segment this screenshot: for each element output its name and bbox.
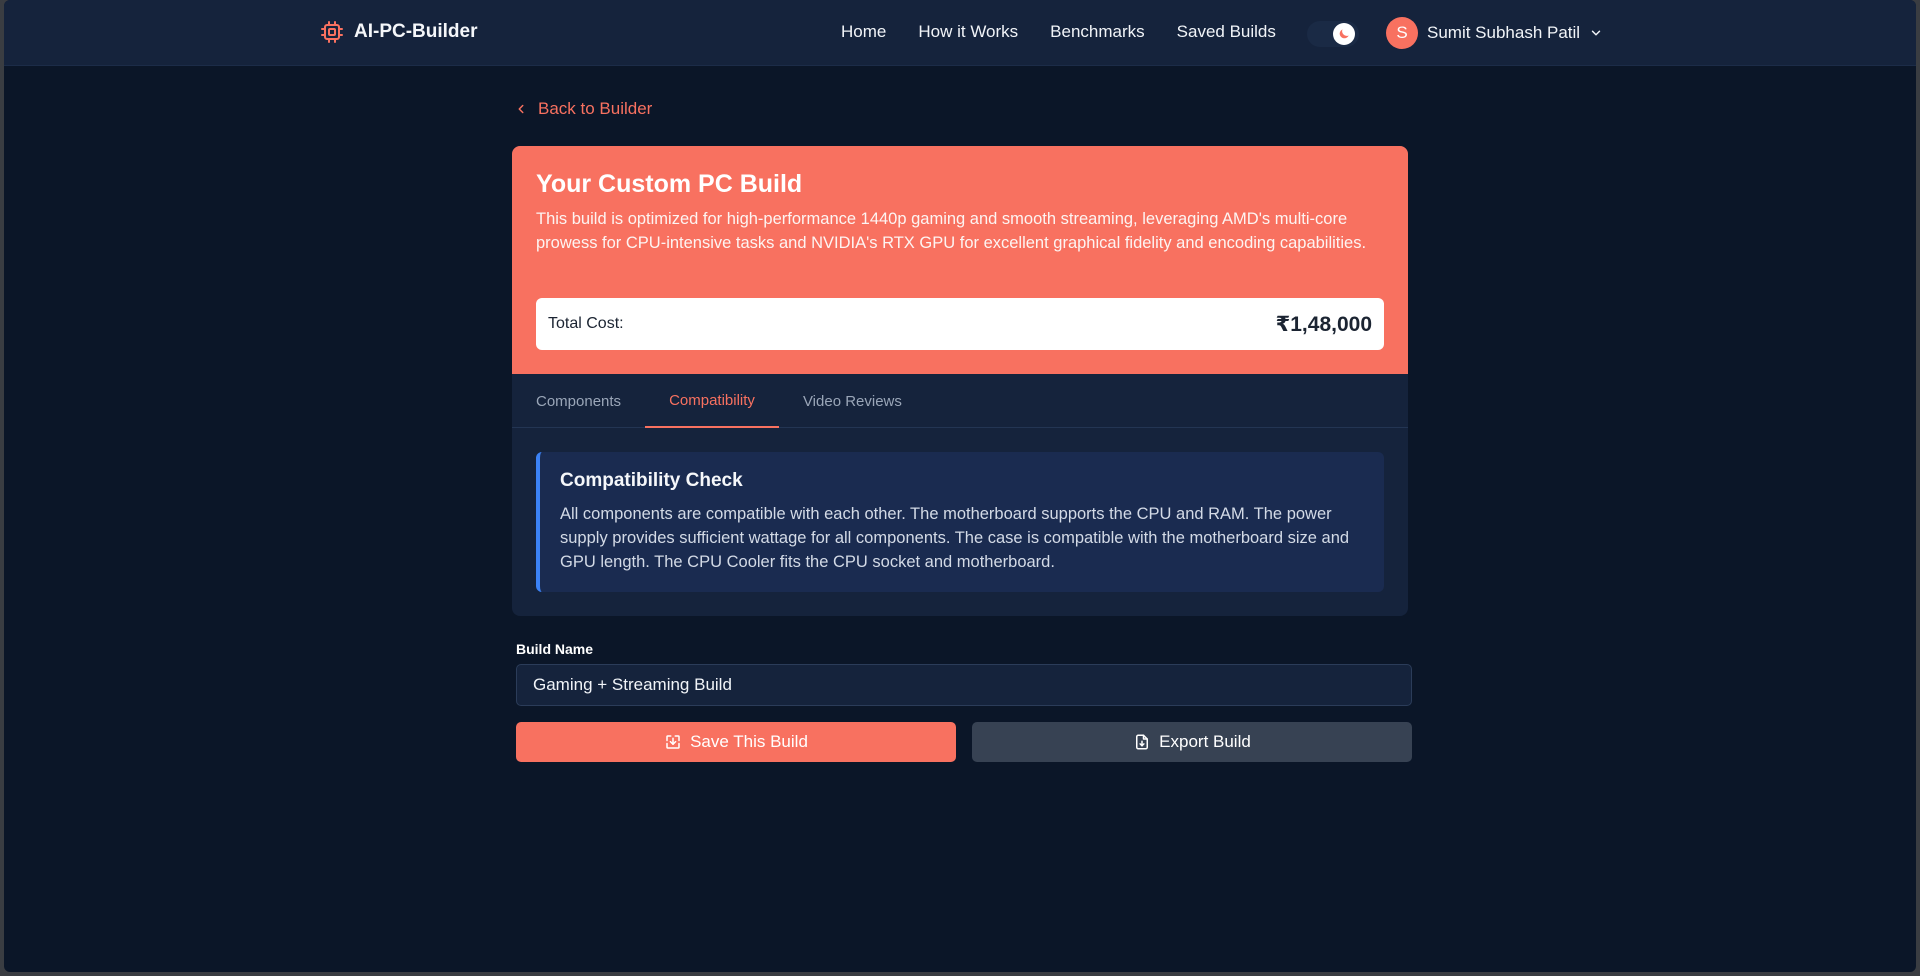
user-name: Sumit Subhash Patil: [1427, 23, 1581, 42]
brand-name: AI-PC-Builder: [354, 21, 478, 42]
moon-icon: [1339, 29, 1349, 39]
main-nav: Home How it Works Benchmarks Saved Build…: [841, 22, 1276, 42]
build-name-input[interactable]: [516, 664, 1412, 706]
tab-video-reviews[interactable]: Video Reviews: [779, 374, 926, 428]
build-tabs: Components Compatibility Video Reviews: [512, 374, 1408, 428]
total-cost-label: Total Cost:: [548, 315, 624, 332]
build-card: Your Custom PC Build This build is optim…: [512, 146, 1408, 616]
tab-components[interactable]: Components: [512, 374, 645, 428]
chevron-left-icon: [518, 104, 524, 114]
tab-compatibility[interactable]: Compatibility: [645, 374, 779, 428]
export-build-button[interactable]: Export Build: [972, 722, 1412, 762]
nav-home[interactable]: Home: [841, 22, 886, 42]
save-build-button[interactable]: Save This Build: [516, 722, 956, 762]
user-menu[interactable]: S Sumit Subhash Patil: [1386, 17, 1603, 49]
compatibility-text: All components are compatible with each …: [560, 505, 1350, 571]
total-cost-box: Total Cost: ₹1,48,000: [536, 298, 1384, 350]
top-navbar: AI-PC-Builder Home How it Works Benchmar…: [4, 0, 1916, 66]
page-title: Your Custom PC Build: [536, 170, 803, 198]
nav-how-it-works[interactable]: How it Works: [918, 22, 1018, 42]
brand-logo[interactable]: AI-PC-Builder: [320, 20, 478, 44]
file-export-icon: [1136, 734, 1149, 750]
build-name-label: Build Name: [516, 641, 594, 657]
compatibility-title: Compatibility Check: [560, 470, 743, 491]
chevron-down-icon: [1591, 30, 1601, 36]
app-window: AI-PC-Builder Home How it Works Benchmar…: [4, 0, 1916, 972]
build-description: This build is optimized for high-perform…: [536, 210, 1367, 252]
theme-toggle[interactable]: [1307, 21, 1359, 47]
back-to-builder-link[interactable]: Back to Builder: [514, 99, 652, 119]
download-icon: [666, 735, 680, 749]
theme-toggle-knob: [1333, 23, 1355, 45]
compatibility-panel: Compatibility Check All components are c…: [536, 452, 1384, 592]
cpu-chip-icon: [321, 21, 343, 43]
back-label: Back to Builder: [538, 99, 653, 118]
total-cost-value: ₹1,48,000: [1275, 312, 1372, 336]
nav-saved-builds[interactable]: Saved Builds: [1177, 22, 1276, 42]
build-summary: Your Custom PC Build This build is optim…: [512, 146, 1408, 374]
avatar: S: [1386, 17, 1418, 49]
save-build-label: Save This Build: [690, 732, 808, 751]
export-build-label: Export Build: [1159, 732, 1251, 751]
nav-benchmarks[interactable]: Benchmarks: [1050, 22, 1144, 42]
